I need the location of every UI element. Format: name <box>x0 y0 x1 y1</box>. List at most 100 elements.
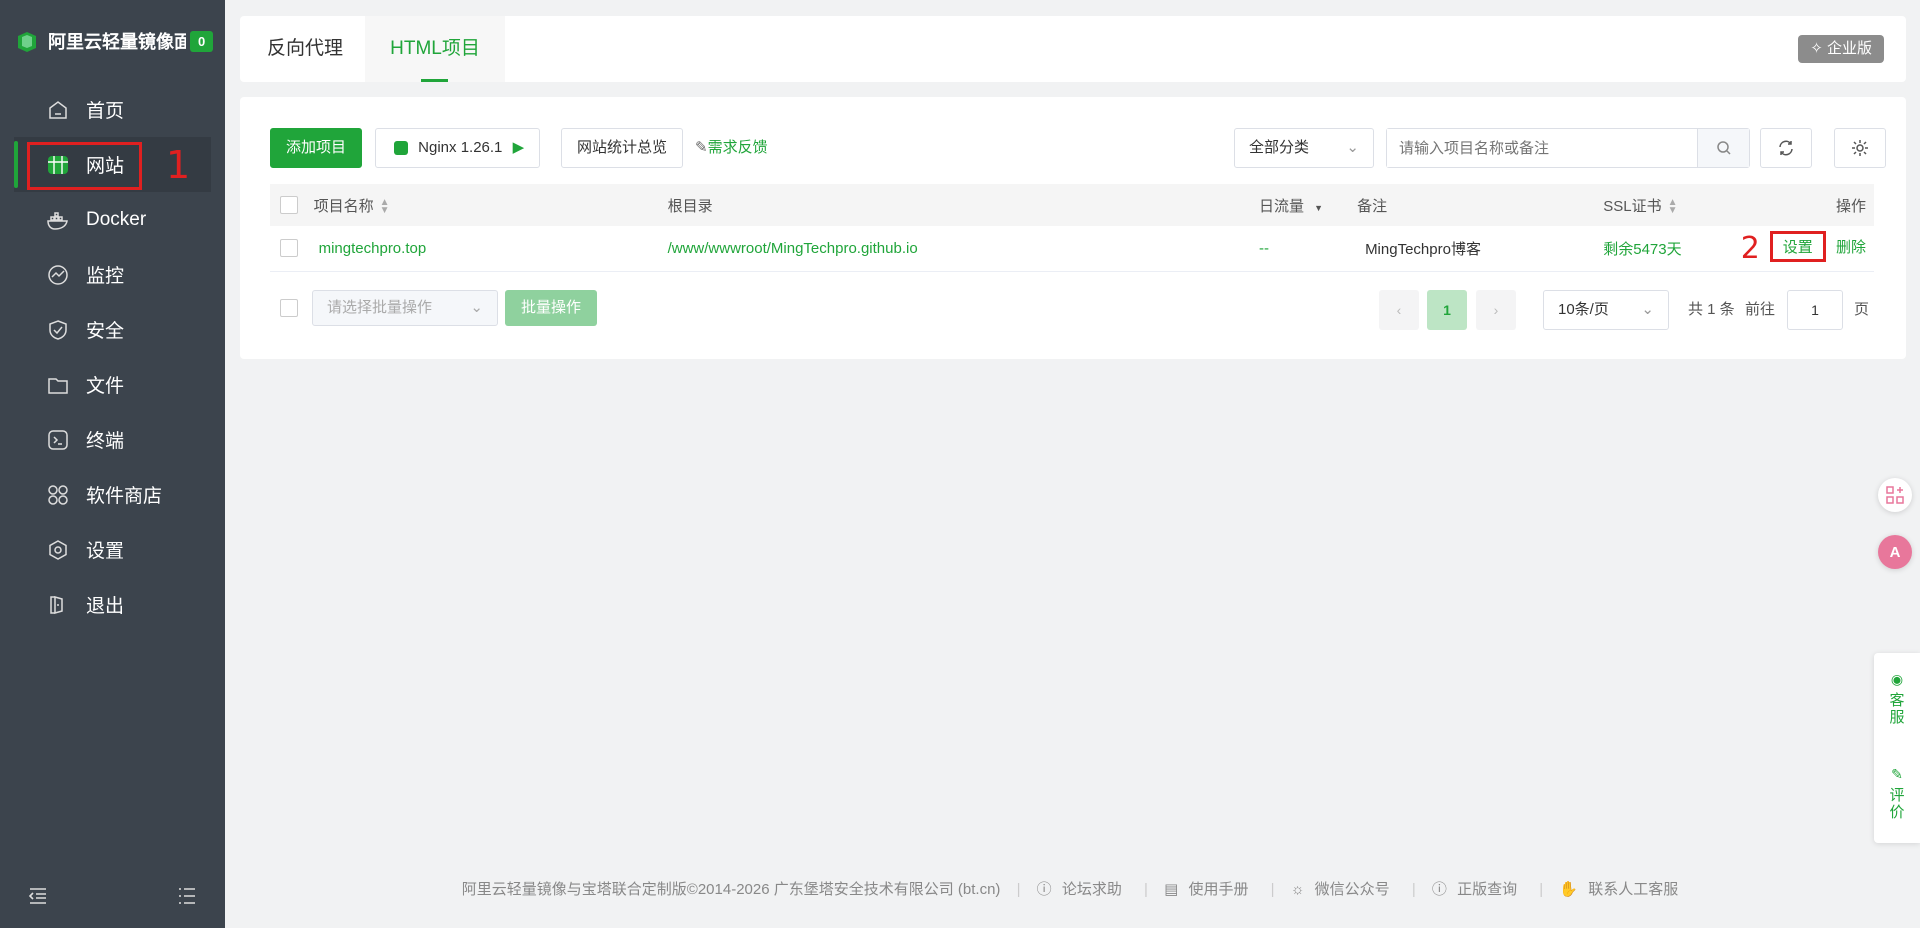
monitor-icon <box>46 263 70 287</box>
next-page-button[interactable]: › <box>1476 290 1516 330</box>
docker-icon <box>46 208 70 232</box>
page-1-button[interactable]: 1 <box>1427 290 1467 330</box>
notification-badge[interactable]: 0 <box>190 30 214 52</box>
select-all-checkbox[interactable] <box>280 196 298 215</box>
sidebar-item-settings[interactable]: 设置 <box>0 522 225 577</box>
total-count: 共 1 条 <box>1688 301 1735 318</box>
review-button[interactable]: ✎ 评价 <box>1874 766 1920 821</box>
float-panel: ◉ 客服 ✎ 评价 <box>1874 653 1920 843</box>
sort-icon: ▲ ▼ <box>1667 196 1678 216</box>
chevron-down-icon: ⌄ <box>470 299 483 316</box>
gear-icon <box>46 538 70 562</box>
category-value: 全部分类 <box>1249 139 1310 156</box>
nginx-icon <box>394 141 408 156</box>
sort-down-icon: ▼ <box>1314 202 1323 213</box>
search-icon <box>1716 141 1731 155</box>
page-size-select[interactable]: 10条/页 ⌄ <box>1543 290 1669 330</box>
menu-list-icon[interactable] <box>177 887 197 908</box>
brand: 阿里云轻量镜像面板 0 <box>0 0 225 82</box>
batch-select[interactable]: 请选择批量操作 ⌄ <box>312 290 498 326</box>
shield-icon <box>46 318 70 342</box>
chevron-left-icon: ‹ <box>1396 302 1402 318</box>
sidebar-item-logout[interactable]: 退出 <box>0 577 225 632</box>
sidebar-item-label: 设置 <box>86 541 125 562</box>
nginx-label: Nginx 1.26.1 <box>418 139 503 156</box>
feedback-label: 需求反馈 <box>707 139 768 156</box>
table-row: mingtechpro.top /www/wwwroot/MingTechpro… <box>270 226 1874 271</box>
annotation-number-2: 2 <box>1740 230 1760 266</box>
remark-value[interactable]: MingTechpro博客 <box>1365 241 1481 258</box>
customer-service-label: 客服 <box>1889 692 1905 726</box>
logout-icon <box>46 593 70 617</box>
float-translate-button[interactable]: A <box>1878 535 1912 569</box>
tab-bar: 反向代理 HTML项目 ✧ 企业版 <box>240 16 1906 82</box>
sidebar-item-terminal[interactable]: 终端 <box>0 412 225 467</box>
page-unit: 页 <box>1854 301 1870 318</box>
annotation-number-1: 1 <box>166 143 191 187</box>
page-footer: 阿里云轻量镜像与宝塔联合定制版©2014-2026 广东堡塔安全技术有限公司 (… <box>240 878 1906 899</box>
toolbar: 添加项目 Nginx 1.26.1 ▶ 网站统计总览 ✎需求反馈 全部分类 ⌄ <box>270 128 1886 168</box>
search-button[interactable] <box>1697 129 1749 167</box>
customer-service-button[interactable]: ◉ 客服 <box>1874 671 1920 726</box>
tab-html-project[interactable]: HTML项目 <box>365 16 505 82</box>
chevron-down-icon: ⌄ <box>1346 139 1359 156</box>
sidebar-item-files[interactable]: 文件 <box>0 357 225 412</box>
col-header-root: 根目录 <box>667 197 713 215</box>
chevron-down-icon: ⌄ <box>1641 301 1654 318</box>
nginx-button[interactable]: Nginx 1.26.1 ▶ <box>375 128 541 168</box>
ssl-value[interactable]: 剩余5473天 <box>1603 241 1681 258</box>
terminal-icon <box>46 428 70 452</box>
col-header-ssl[interactable]: SSL证书 ▲ ▼ <box>1603 184 1740 226</box>
sort-icon: ▲ ▼ <box>379 196 390 216</box>
sidebar-item-app-store[interactable]: 软件商店 <box>0 467 225 522</box>
search-input[interactable] <box>1387 129 1697 167</box>
enterprise-button[interactable]: ✧ 企业版 <box>1798 35 1884 63</box>
logo-icon <box>18 32 36 52</box>
sidebar-item-label: 软件商店 <box>86 486 163 507</box>
batch-action-button[interactable]: 批量操作 <box>505 290 598 326</box>
sidebar-item-security[interactable]: 安全 <box>0 302 225 357</box>
collapse-sidebar-icon[interactable] <box>28 887 48 908</box>
row-checkbox[interactable] <box>280 239 298 258</box>
footer-link-license[interactable]: ⓘ 正版查询 <box>1432 881 1523 898</box>
category-select[interactable]: 全部分类 ⌄ <box>1234 128 1374 168</box>
delete-action-link[interactable]: 删除 <box>1836 239 1866 256</box>
batch-checkbox[interactable] <box>280 299 298 317</box>
edit-icon: ✎ <box>695 139 708 156</box>
col-header-traffic[interactable]: 日流量 ▼ <box>1259 184 1357 226</box>
copyright-text: 阿里云轻量镜像与宝塔联合定制版©2014-2026 广东堡塔安全技术有限公司 (… <box>461 881 1001 898</box>
tab-reverse-proxy[interactable]: 反向代理 <box>267 16 343 82</box>
goto-page-input[interactable]: 1 <box>1787 290 1843 330</box>
site-stats-button[interactable]: 网站统计总览 <box>561 128 684 168</box>
root-dir-link[interactable]: /www/wwwroot/MingTechpro.github.io <box>668 240 918 257</box>
footer-link-support[interactable]: ✋ 联系人工客服 <box>1559 881 1684 898</box>
page-size-value: 10条/页 <box>1558 301 1609 318</box>
add-project-button[interactable]: 添加项目 <box>270 128 363 168</box>
sidebar-item-label: 文件 <box>86 376 125 397</box>
apps-icon <box>46 483 70 507</box>
refresh-button[interactable] <box>1760 128 1812 168</box>
settings-action-link[interactable]: 设置 <box>1769 231 1826 263</box>
search-box <box>1386 128 1750 168</box>
footer-link-manual[interactable]: ▤ 使用手册 <box>1164 881 1254 898</box>
review-label: 评价 <box>1889 787 1905 821</box>
table-settings-button[interactable] <box>1834 128 1886 168</box>
sidebar-item-monitor[interactable]: 监控 <box>0 247 225 302</box>
project-name-link[interactable]: mingtechpro.top <box>319 240 427 257</box>
edit-icon: ✎ <box>1891 766 1903 782</box>
col-header-name[interactable]: 项目名称 ▲ ▼ <box>314 184 668 226</box>
sidebar-item-home[interactable]: 首页 <box>0 82 225 137</box>
footer-link-forum[interactable]: ⓘ 论坛求助 <box>1037 881 1128 898</box>
project-table: 项目名称 ▲ ▼ 根目录 日流量 ▼ 备注 SSL证书 ▲ ▼ 操作 mingtechpr… <box>270 184 1874 272</box>
footer-link-wechat[interactable]: ☼ 微信公众号 <box>1291 881 1396 898</box>
brand-name: 阿里云轻量镜像面板 <box>48 32 186 52</box>
table-footer: 请选择批量操作 ⌄ 批量操作 ‹ 1 › 10条/页 ⌄ 共 1 条 前往 1 … <box>270 290 1876 330</box>
annotation-box-1 <box>27 142 142 190</box>
traffic-value[interactable]: -- <box>1259 240 1269 257</box>
sidebar-item-docker[interactable]: Docker <box>0 192 225 247</box>
feedback-link[interactable]: ✎需求反馈 <box>695 128 768 168</box>
project-card: 添加项目 Nginx 1.26.1 ▶ 网站统计总览 ✎需求反馈 全部分类 ⌄ <box>240 97 1906 359</box>
prev-page-button[interactable]: ‹ <box>1379 290 1419 330</box>
float-apps-button[interactable] <box>1878 478 1912 512</box>
enterprise-label: 企业版 <box>1826 40 1872 57</box>
